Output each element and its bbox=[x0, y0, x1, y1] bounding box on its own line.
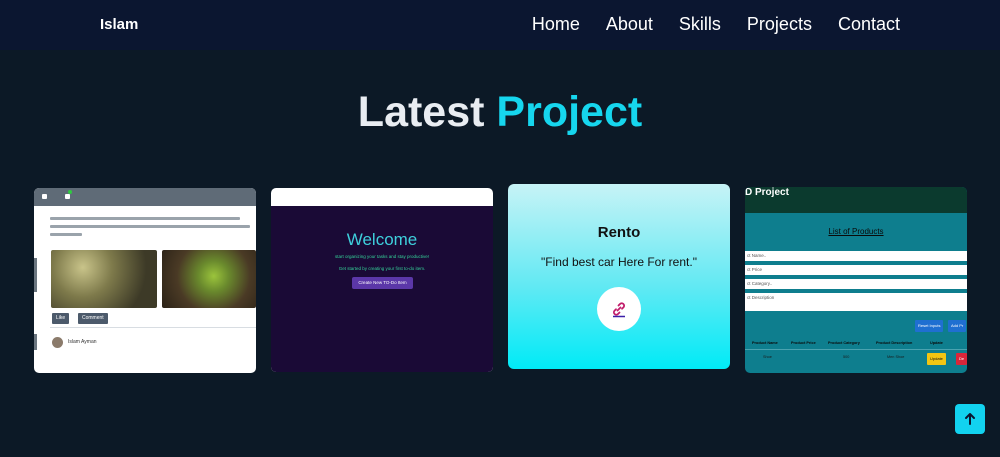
product-price-input: ct Price bbox=[745, 265, 967, 275]
table-divider bbox=[745, 349, 967, 350]
col-update: Update bbox=[930, 341, 943, 345]
welcome-line-1: start organizing your tasks and stay pro… bbox=[334, 254, 430, 259]
product-name-input: ct Name.. bbox=[745, 251, 967, 261]
cell-category: Men Shoe bbox=[887, 355, 905, 359]
project-name: Rento bbox=[597, 224, 641, 241]
col-product-description: Product Description bbox=[876, 341, 913, 345]
avatar bbox=[52, 337, 63, 348]
post-image-sprout bbox=[162, 250, 256, 308]
project-card-social-feed[interactable]: Like Comment Islam Ayman bbox=[34, 188, 256, 373]
notification-dot bbox=[68, 190, 72, 194]
mock-app-toolbar bbox=[34, 188, 256, 206]
scroll-edge bbox=[34, 258, 37, 292]
nav-link-contact[interactable]: Contact bbox=[838, 14, 900, 35]
like-button: Like bbox=[52, 313, 70, 324]
project-description: "Find best car Here For rent." bbox=[541, 255, 697, 269]
link-icon bbox=[613, 302, 625, 318]
mock-app-screen: Welcome start organizing your tasks and … bbox=[271, 206, 493, 372]
nav-link-about[interactable]: About bbox=[606, 14, 653, 35]
section-title: Latest Project bbox=[0, 88, 1000, 137]
post-image-hands-plant bbox=[51, 250, 157, 308]
nav-link-projects[interactable]: Projects bbox=[747, 14, 812, 35]
project-card-crud[interactable]: D Project List of Products ct Name.. ct … bbox=[745, 187, 967, 373]
welcome-heading: Welcome bbox=[346, 230, 418, 249]
welcome-line-2: Get started by creating your first to-do… bbox=[338, 266, 426, 271]
divider bbox=[50, 327, 256, 328]
update-button: Update bbox=[927, 353, 946, 365]
section-title-plain: Latest bbox=[357, 88, 485, 136]
nav-link-skills[interactable]: Skills bbox=[679, 14, 721, 35]
col-product-name: Product Name bbox=[752, 341, 778, 345]
cell-price: 500 bbox=[843, 355, 850, 359]
add-product-button: Add Pr bbox=[948, 320, 967, 332]
arrow-up-icon bbox=[965, 413, 975, 425]
menu-icon bbox=[42, 194, 47, 199]
author-name: Islam Ayman bbox=[68, 339, 97, 345]
create-todo-button: Create New TO-Do Item bbox=[352, 277, 413, 289]
col-product-price: Product Price bbox=[791, 341, 816, 345]
list-title: List of Products bbox=[828, 227, 884, 236]
navbar: Islam Home About Skills Projects Contact bbox=[0, 0, 1000, 50]
scroll-edge bbox=[34, 334, 37, 350]
reset-inputs-button: Reset Inputs bbox=[915, 320, 944, 332]
project-card-rento[interactable]: Rento "Find best car Here For rent." bbox=[508, 184, 730, 369]
project-card-todo-app[interactable]: Welcome start organizing your tasks and … bbox=[271, 188, 493, 372]
mock-app-title: D Project bbox=[745, 187, 789, 198]
comment-button: Comment bbox=[78, 313, 108, 324]
mock-app-header: D Project bbox=[745, 187, 967, 213]
brand-logo[interactable]: Islam bbox=[100, 16, 138, 33]
delete-button: De bbox=[956, 353, 967, 365]
notification-icon bbox=[65, 194, 70, 199]
scroll-to-top-button[interactable] bbox=[955, 404, 985, 434]
product-description-input: ct Description bbox=[745, 293, 967, 311]
project-link-button[interactable] bbox=[597, 287, 641, 331]
section-title-accent: Project bbox=[496, 88, 643, 136]
col-product-category: Product Category bbox=[828, 341, 860, 345]
post-text bbox=[50, 217, 250, 241]
product-category-input: ct Category.. bbox=[745, 279, 967, 289]
nav-menu: Home About Skills Projects Contact bbox=[532, 14, 900, 35]
cell-name: Shoe bbox=[763, 355, 772, 359]
nav-link-home[interactable]: Home bbox=[532, 14, 580, 35]
